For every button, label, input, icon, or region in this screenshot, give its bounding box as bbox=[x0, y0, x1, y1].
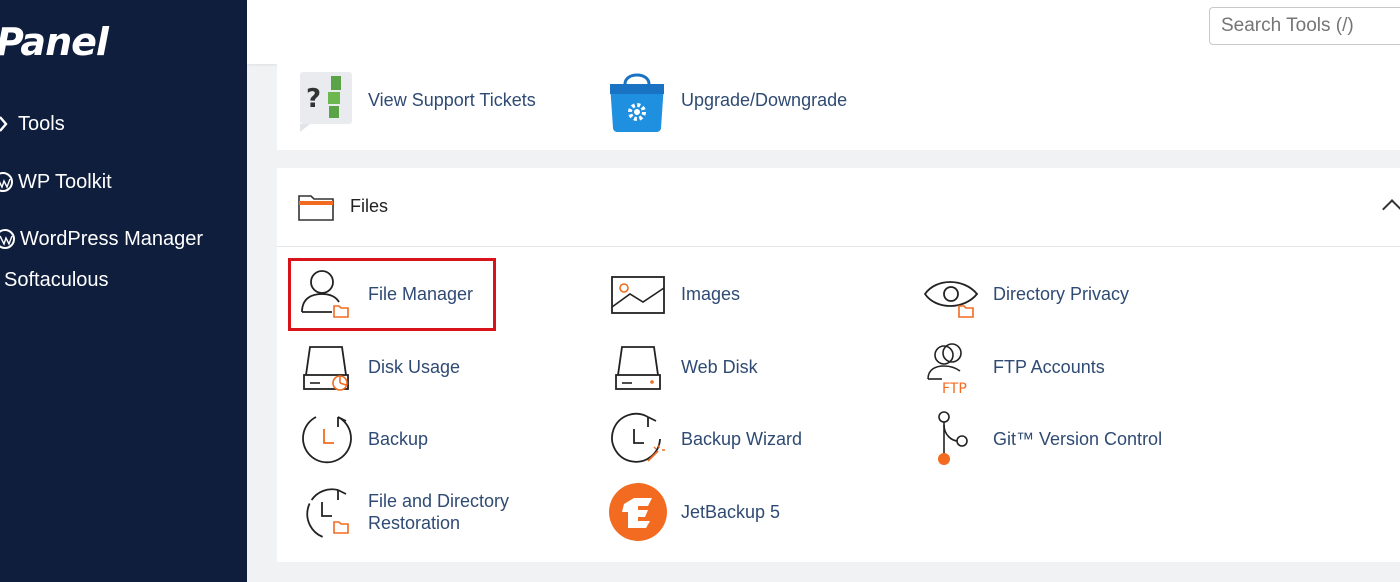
wordpress-icon bbox=[0, 171, 16, 193]
tool-label-line1: File and Directory bbox=[368, 491, 510, 511]
tool-backup[interactable]: Backup bbox=[298, 409, 428, 469]
disk-icon bbox=[610, 337, 667, 397]
sidebar-item-softaculous[interactable]: Softaculous bbox=[4, 265, 109, 295]
disk-usage-icon bbox=[298, 337, 358, 397]
tool-file-and-directory-restoration[interactable]: File and Directory Restoration bbox=[298, 482, 509, 542]
sidebar-item-wordpress-manager[interactable]: WordPress Manager bbox=[0, 224, 203, 254]
backup-wizard-icon bbox=[610, 409, 667, 469]
image-icon bbox=[610, 264, 667, 324]
sidebar-item-label: WordPress Manager bbox=[20, 227, 204, 250]
search-input[interactable] bbox=[1209, 7, 1400, 45]
tool-ftp-accounts[interactable]: FTP FTP Accounts bbox=[922, 337, 1105, 397]
support-tickets-icon: ? bbox=[298, 70, 358, 132]
tool-git-version-control[interactable]: Git™ Version Control bbox=[922, 409, 1162, 469]
tool-directory-privacy[interactable]: Directory Privacy bbox=[922, 264, 1129, 324]
restore-folder-icon bbox=[298, 482, 358, 542]
sidebar: Panel Tools WP Toolkit WordPress Manager… bbox=[0, 0, 247, 582]
sidebar-item-tools[interactable]: Tools bbox=[0, 109, 65, 139]
sidebar-item-label: Tools bbox=[18, 112, 65, 135]
chevron-up-icon[interactable] bbox=[1382, 199, 1400, 219]
tool-disk-usage[interactable]: Disk Usage bbox=[298, 337, 460, 397]
tool-view-support-tickets[interactable]: ? View Support Tickets bbox=[298, 70, 536, 132]
tool-label: Upgrade/Downgrade bbox=[681, 90, 848, 110]
sidebar-item-label: WP Toolkit bbox=[18, 170, 112, 193]
tool-file-manager[interactable]: File Manager bbox=[298, 264, 473, 324]
tool-jetbackup-5[interactable]: JetBackup 5 bbox=[608, 482, 780, 542]
tool-label: Backup bbox=[368, 429, 429, 449]
git-branch-icon bbox=[922, 409, 982, 469]
tool-label: Disk Usage bbox=[368, 357, 461, 377]
shopping-bag-gear-icon bbox=[607, 70, 667, 132]
tool-upgrade-downgrade[interactable]: Upgrade/Downgrade bbox=[607, 70, 848, 132]
tool-label: FTP Accounts bbox=[993, 357, 1105, 377]
svg-text:?: ? bbox=[306, 84, 321, 114]
tool-label: Backup Wizard bbox=[681, 429, 803, 449]
folder-icon bbox=[298, 193, 334, 221]
files-section-title: Files bbox=[350, 196, 389, 216]
tool-web-disk[interactable]: Web Disk bbox=[610, 337, 758, 397]
ftp-users-icon: FTP bbox=[922, 337, 982, 397]
tool-label-line2: Restoration bbox=[368, 513, 461, 533]
eye-folder-icon bbox=[922, 264, 982, 324]
tool-label: View Support Tickets bbox=[368, 90, 536, 110]
tool-label: Images bbox=[681, 284, 741, 304]
tool-images[interactable]: Images bbox=[610, 264, 740, 324]
tool-label: File Manager bbox=[368, 284, 474, 304]
tool-label: Directory Privacy bbox=[993, 284, 1130, 304]
tool-label: File and Directory Restoration bbox=[368, 490, 509, 534]
backup-clock-icon bbox=[298, 409, 358, 469]
file-manager-icon bbox=[298, 264, 358, 324]
files-section-header[interactable]: Files bbox=[277, 168, 1400, 247]
jetbackup-logo-icon bbox=[608, 482, 668, 542]
sidebar-item-wp-toolkit[interactable]: WP Toolkit bbox=[0, 167, 112, 197]
sidebar-item-label: Softaculous bbox=[4, 268, 109, 291]
wordpress-icon bbox=[0, 228, 18, 250]
tool-label: Git™ Version Control bbox=[993, 429, 1163, 449]
tool-label: Web Disk bbox=[681, 357, 758, 377]
tool-backup-wizard[interactable]: Backup Wizard bbox=[610, 409, 802, 469]
tool-label: JetBackup 5 bbox=[681, 502, 781, 522]
tools-icon bbox=[0, 113, 16, 135]
svg-text:FTP: FTP bbox=[942, 381, 967, 397]
cpanel-logo[interactable]: Panel bbox=[0, 20, 109, 64]
